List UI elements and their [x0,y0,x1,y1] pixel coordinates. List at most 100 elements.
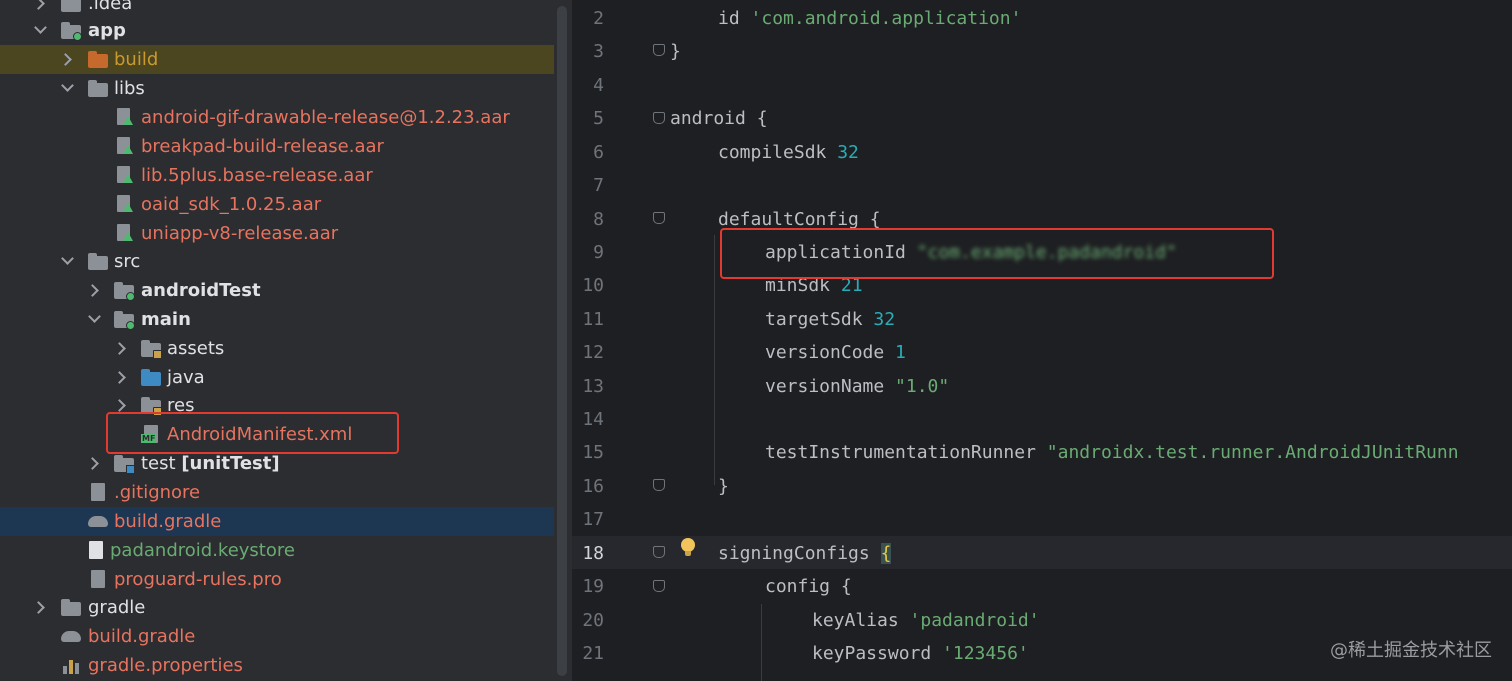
tree-item-aar[interactable]: android-gif-drawable-release@1.2.23.aar [0,103,554,132]
aar-file-icon [114,108,134,127]
assets-folder-icon [141,339,162,359]
folder-icon [61,0,81,13]
line-number: 12 [582,342,604,363]
tree-item-label: build.gradle [88,626,196,647]
tree-item-label: uniapp-v8-release.aar [141,223,339,244]
tree-item-build[interactable]: build [0,45,554,74]
tree-item-label: lib.5plus.base-release.aar [141,165,373,186]
tree-item-gradle-properties[interactable]: gradle.properties [0,651,554,680]
code-line: compileSdk 32 [718,142,859,163]
tree-item-gradle[interactable]: gradle [0,593,554,622]
tree-item-label: oaid_sdk_1.0.25.aar [141,194,322,215]
tree-item-src[interactable]: src [0,247,554,276]
chevron-down-icon[interactable] [86,305,102,334]
fold-marker-icon[interactable] [653,112,665,124]
line-number: 7 [593,175,604,196]
tree-item-app[interactable]: app [0,16,554,45]
tree-item-label: gradle.properties [88,655,243,676]
line-number: 14 [582,409,604,430]
line-number: 8 [593,209,604,230]
code-line: versionCode 1 [765,342,906,363]
tree-item-label: assets [167,338,225,359]
line-number: 4 [593,75,604,96]
gradle-elephant-icon [88,512,108,531]
chevron-down-icon[interactable] [32,16,48,45]
tree-item-aar[interactable]: lib.5plus.base-release.aar [0,161,554,190]
code-line: } [670,41,681,62]
code-line: keyAlias 'padandroid' [812,610,1040,631]
tree-item-aar[interactable]: uniapp-v8-release.aar [0,219,554,248]
tree-scrollbar-thumb[interactable] [557,6,567,676]
tree-item-label: android-gif-drawable-release@1.2.23.aar [141,107,510,128]
tree-item-proguard[interactable]: proguard-rules.pro [0,565,554,594]
tree-item-aar[interactable]: breakpad-build-release.aar [0,132,554,161]
tree-item-label: build [114,49,159,70]
aar-file-icon [114,137,134,156]
source-set-folder-icon [114,310,135,330]
fold-marker-icon[interactable] [653,580,665,592]
source-folder-icon [141,368,161,387]
chevron-right-icon[interactable] [32,593,48,622]
file-icon [86,541,106,560]
aar-file-icon [114,195,134,214]
current-line-highlight [572,536,1512,569]
gradle-elephant-icon [61,627,81,646]
tree-item-gitignore[interactable]: .gitignore [0,478,554,507]
chevron-down-icon[interactable] [59,74,75,103]
tree-item-main[interactable]: main [0,305,554,334]
line-number: 6 [593,142,604,163]
tree-item-androidtest[interactable]: androidTest [0,276,554,305]
source-set-folder-icon [114,281,135,301]
chevron-right-icon[interactable] [113,334,129,363]
properties-file-icon [61,656,81,675]
gitignore-file-icon [88,483,108,502]
chevron-right-icon[interactable] [86,276,102,305]
chevron-right-icon[interactable] [86,449,102,478]
project-tree-panel: .idea app build libs android-gif-drawabl… [0,0,554,681]
annotation-highlight-box [720,228,1274,279]
line-number: 11 [582,309,604,330]
tree-item-libs[interactable]: libs [0,74,554,103]
code-line: id 'com.android.application' [718,8,1022,29]
code-line: signingConfigs { [718,543,892,564]
line-number: 3 [593,41,604,62]
tree-item-app-build-gradle[interactable]: build.gradle [0,507,554,536]
fold-marker-icon[interactable] [653,44,665,56]
chevron-down-icon[interactable] [59,247,75,276]
chevron-right-icon[interactable] [113,363,129,392]
line-number: 9 [593,242,604,263]
code-line: config { [765,576,852,597]
annotation-highlight-box [106,412,399,454]
tree-item-label: src [114,251,141,272]
line-number: 15 [582,442,604,463]
line-number: 17 [582,509,604,530]
aar-file-icon [114,224,134,243]
fold-marker-icon[interactable] [653,479,665,491]
tree-item-aar[interactable]: oaid_sdk_1.0.25.aar [0,190,554,219]
aar-file-icon [114,166,134,185]
tree-item-assets[interactable]: assets [0,334,554,363]
tree-item-label: main [141,309,191,330]
tree-item-label: java [167,367,205,388]
tree-item-keystore[interactable]: padandroid.keystore [0,536,554,565]
lightbulb-icon[interactable] [681,538,695,556]
code-line: testInstrumentationRunner "androidx.test… [765,442,1459,463]
fold-marker-icon[interactable] [653,546,665,558]
line-number: 19 [582,576,604,597]
chevron-right-icon[interactable] [59,45,75,74]
line-number: 5 [593,108,604,129]
tree-item-label: .gitignore [114,482,201,503]
folder-icon [88,79,108,98]
tree-item-label: libs [114,78,145,99]
line-number: 13 [582,376,604,397]
tree-item-root-build-gradle[interactable]: build.gradle [0,622,554,651]
text-file-icon [88,570,108,589]
watermark: @稀土掘金技术社区 [1330,640,1492,661]
tree-item-label: padandroid.keystore [110,540,295,561]
tree-item-java[interactable]: java [0,363,554,392]
test-folder-icon [114,454,135,474]
line-number: 21 [582,643,604,664]
tree-item-label: gradle [88,597,146,618]
fold-marker-icon[interactable] [653,212,665,224]
tree-item-label: proguard-rules.pro [114,569,282,590]
